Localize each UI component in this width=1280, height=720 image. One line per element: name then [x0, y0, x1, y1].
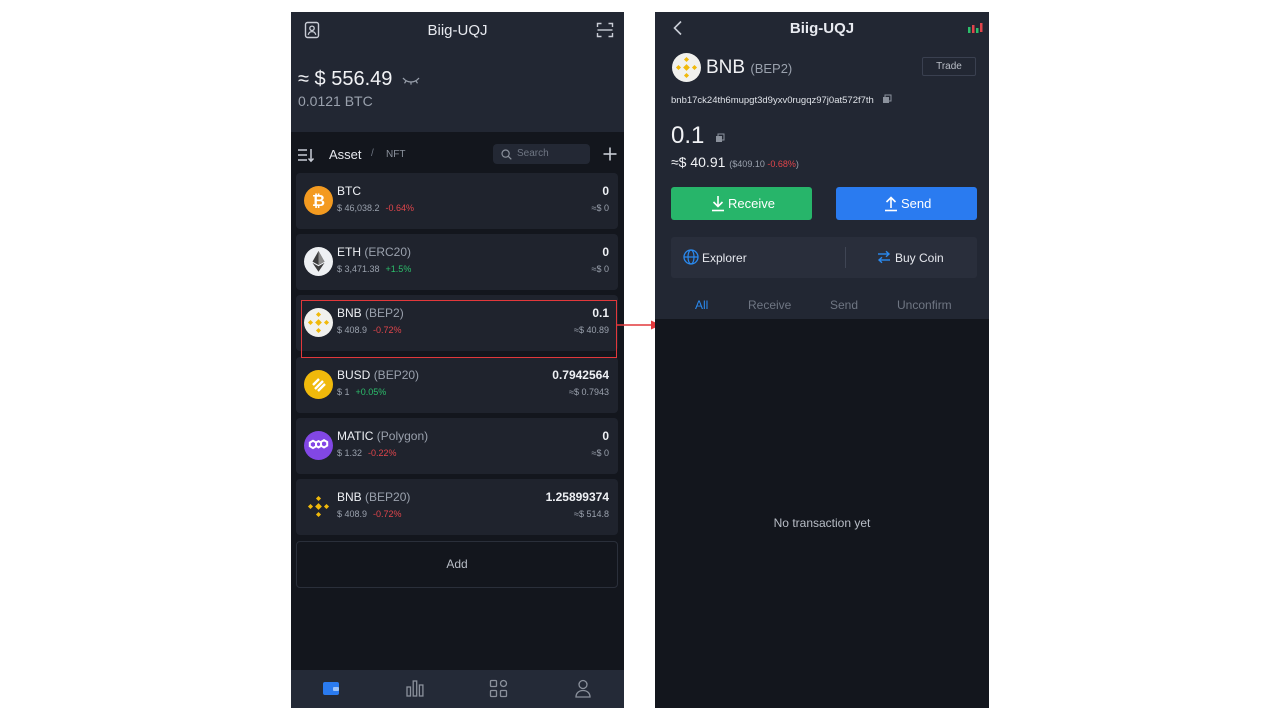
wallet-icon[interactable] — [322, 680, 340, 696]
asset-amount: 0 — [602, 429, 609, 443]
coin-fiat-value: ≈$ 40.91 ($409.10 -0.68%) — [671, 154, 799, 170]
asset-name: BNB (BEP20) — [337, 490, 411, 504]
asset-price: $ 46,038.2 -0.64% — [337, 203, 415, 213]
matic-coin-icon — [304, 431, 333, 460]
explorer-label: Explorer — [702, 251, 747, 265]
send-button[interactable]: Send — [836, 187, 977, 220]
secondary-actions: Explorer Buy Coin — [671, 237, 977, 278]
search-placeholder: Search — [517, 148, 549, 159]
buy-coin-button[interactable]: Buy Coin — [846, 237, 977, 278]
copy-icon[interactable] — [882, 94, 892, 104]
receive-button[interactable]: Receive — [671, 187, 812, 220]
trade-button[interactable]: Trade — [922, 57, 976, 76]
profile-icon[interactable] — [574, 679, 592, 698]
bnb-coin-icon — [304, 492, 333, 521]
price-change: +0.05% — [355, 387, 387, 397]
kline-chart-icon[interactable] — [967, 22, 985, 35]
wallet-title: Biig-UQJ — [427, 22, 488, 39]
bitcoin-icon: ₿ — [304, 186, 333, 215]
hide-balance-icon[interactable] — [402, 75, 420, 85]
asset-row-busd[interactable]: BUSD (BEP20) $ 1 +0.05% 0.7942564 ≈$ 0.79… — [296, 357, 618, 413]
wallet-address: bnb17ck24th6mupgt3d9yxv0rugqz97j0at572f7… — [671, 94, 892, 106]
buy-coin-label: Buy Coin — [895, 251, 944, 265]
total-balance: ≈ $ 556.49 — [298, 68, 420, 91]
asset-row-matic[interactable]: MATIC (Polygon) $ 1.32 -0.22% 0 ≈$ 0 — [296, 418, 618, 474]
ethereum-icon — [304, 247, 333, 276]
empty-transactions-message: No transaction yet — [773, 516, 871, 530]
download-icon — [712, 196, 724, 212]
wallet-header: Biig-UQJ ≈ $ 556.49 0.0121 BTC — [291, 12, 624, 132]
asset-name: ETH (ERC20) — [337, 245, 412, 259]
send-label: Send — [901, 196, 932, 211]
copy-amount-icon[interactable] — [715, 133, 725, 143]
price-change: -0.22% — [368, 448, 397, 458]
price-change: -0.72% — [373, 509, 402, 519]
coin-detail-screen: Biig-UQJ BNB (BEP2) Trade bnb17ck24th6mu… — [655, 12, 989, 708]
add-asset-label: Add — [446, 557, 468, 571]
asset-price: $ 408.9 -0.72% — [337, 509, 402, 519]
coin-amount: 0.1 — [671, 122, 725, 150]
asset-fiat-value: ≈$ 0 — [591, 448, 609, 458]
market-chart-icon[interactable] — [405, 679, 425, 697]
bottom-nav — [291, 670, 624, 708]
asset-name: MATIC (Polygon) — [337, 429, 429, 443]
tab-receive[interactable]: Receive — [748, 298, 791, 312]
scan-icon[interactable] — [596, 21, 614, 39]
wallet-assets-screen: Biig-UQJ ≈ $ 556.49 0.0121 BTC Asset / N… — [291, 12, 624, 708]
coin-detail-title: Biig-UQJ — [789, 20, 855, 37]
upload-icon — [885, 196, 897, 212]
tab-unconfirm[interactable]: Unconfirm — [897, 298, 952, 312]
receive-label: Receive — [728, 196, 775, 211]
asset-name: BUSD (BEP20) — [337, 368, 420, 382]
sort-icon[interactable] — [297, 147, 315, 163]
asset-row-btc[interactable]: ₿ BTC $ 46,038.2 -0.64% 0 ≈$ 0 — [296, 173, 618, 229]
balance-btc: 0.0121 BTC — [298, 93, 373, 109]
asset-fiat-value: ≈$ 514.8 — [574, 509, 609, 519]
search-icon — [501, 149, 512, 160]
swap-icon — [877, 250, 891, 264]
asset-amount: 1.25899374 — [545, 490, 609, 504]
bnb-coin-icon — [672, 53, 701, 82]
svg-text:₿: ₿ — [312, 191, 325, 210]
price-change: -0.68% — [767, 159, 796, 169]
tab-nft[interactable]: NFT — [386, 149, 405, 160]
tab-send[interactable]: Send — [830, 298, 858, 312]
total-balance-value: ≈ $ 556.49 — [298, 68, 393, 90]
asset-fiat-value: ≈$ 0 — [591, 264, 609, 274]
search-input[interactable]: Search — [493, 144, 590, 164]
asset-fiat-value: ≈$ 0.7943 — [569, 387, 609, 397]
add-asset-button[interactable]: Add — [296, 541, 618, 588]
explorer-button[interactable]: Explorer — [671, 237, 845, 278]
coin-detail-header: Biig-UQJ BNB (BEP2) Trade bnb17ck24th6mu… — [655, 12, 989, 319]
asset-price: $ 1.32 -0.22% — [337, 448, 397, 458]
tab-separator: / — [371, 148, 374, 159]
asset-price: $ 3,471.38 +1.5% — [337, 264, 412, 274]
tab-all[interactable]: All — [695, 298, 708, 312]
asset-amount: 0 — [602, 184, 609, 198]
coin-name: BNB (BEP2) — [706, 57, 793, 78]
selected-asset-highlight — [301, 300, 617, 358]
transaction-tabs: All Receive Send Unconfirm — [655, 298, 989, 318]
globe-icon — [683, 249, 699, 265]
asset-amount: 0.7942564 — [552, 368, 609, 382]
tab-asset[interactable]: Asset — [329, 147, 362, 162]
busd-coin-icon — [304, 370, 333, 399]
asset-amount: 0 — [602, 245, 609, 259]
asset-tabs-row: Asset / NFT Search — [291, 142, 624, 168]
asset-name: BTC — [337, 184, 361, 198]
asset-price: $ 1 +0.05% — [337, 387, 387, 397]
price-change: +1.5% — [385, 264, 412, 274]
asset-row-eth[interactable]: ETH (ERC20) $ 3,471.38 +1.5% 0 ≈$ 0 — [296, 234, 618, 290]
apps-grid-icon[interactable] — [489, 679, 508, 698]
add-token-icon[interactable] — [602, 146, 618, 162]
price-change: -0.64% — [385, 203, 415, 213]
asset-row-bnb-bep20[interactable]: BNB (BEP20) $ 408.9 -0.72% 1.25899374 ≈$ … — [296, 479, 618, 535]
asset-fiat-value: ≈$ 0 — [591, 203, 609, 213]
